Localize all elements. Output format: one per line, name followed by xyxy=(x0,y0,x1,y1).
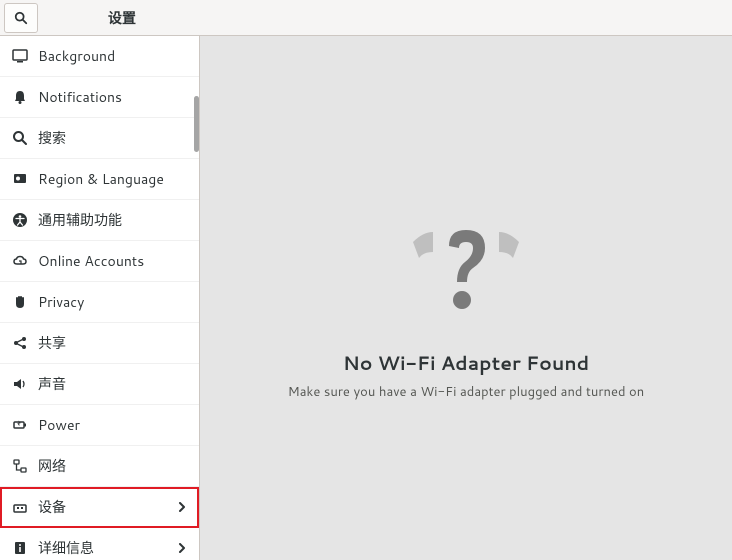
power-icon xyxy=(12,417,28,433)
sidebar-item-label: Background xyxy=(38,46,187,66)
search-button[interactable] xyxy=(4,3,38,33)
globe-icon xyxy=(12,171,28,187)
search-icon xyxy=(12,130,28,146)
sidebar: Background Notifications 搜索 Region & Langua… xyxy=(0,36,200,560)
sidebar-item-5[interactable]: Online Accounts xyxy=(0,241,199,282)
sidebar-item-label: 详细信息 xyxy=(38,538,167,558)
cloud-icon xyxy=(12,253,28,269)
sidebar-item-6[interactable]: Privacy xyxy=(0,282,199,323)
search-icon xyxy=(14,11,28,25)
sidebar-item-label: Privacy xyxy=(38,292,187,312)
sidebar-item-2[interactable]: 搜索 xyxy=(0,118,199,159)
info-icon xyxy=(12,540,28,556)
titlebar: 设置 xyxy=(0,0,732,36)
wifi-question-icon xyxy=(401,196,531,326)
body: Background Notifications 搜索 Region & Langua… xyxy=(0,36,732,560)
sidebar-item-label: Notifications xyxy=(38,87,187,107)
sidebar-item-label: Power xyxy=(38,415,187,435)
background-icon xyxy=(12,48,28,64)
sidebar-item-label: 设备 xyxy=(38,497,167,517)
content-panel: No Wi-Fi Adapter Found Make sure you hav… xyxy=(200,36,732,560)
accessibility-icon xyxy=(12,212,28,228)
sidebar-item-label: Online Accounts xyxy=(38,251,187,271)
sidebar-item-7[interactable]: 共享 xyxy=(0,323,199,364)
sidebar-item-11[interactable]: 设备 xyxy=(0,487,199,528)
sidebar-item-0[interactable]: Background xyxy=(0,36,199,77)
sidebar-item-10[interactable]: 网络 xyxy=(0,446,199,487)
sidebar-item-label: 声音 xyxy=(38,374,187,394)
sidebar-item-12[interactable]: 详细信息 xyxy=(0,528,199,560)
hand-icon xyxy=(12,294,28,310)
bell-icon xyxy=(12,89,28,105)
sidebar-item-label: 共享 xyxy=(38,333,187,353)
share-icon xyxy=(12,335,28,351)
device-icon xyxy=(12,499,28,515)
chevron-right-icon xyxy=(177,502,187,512)
content-subtitle: Make sure you have a Wi-Fi adapter plugg… xyxy=(288,383,644,401)
sidebar-item-4[interactable]: 通用辅助功能 xyxy=(0,200,199,241)
sidebar-item-8[interactable]: 声音 xyxy=(0,364,199,405)
sidebar-item-label: 网络 xyxy=(38,456,187,476)
chevron-right-icon xyxy=(177,543,187,553)
network-icon xyxy=(12,458,28,474)
sidebar-item-9[interactable]: Power xyxy=(0,405,199,446)
content-title: No Wi-Fi Adapter Found xyxy=(343,350,589,377)
sidebar-item-label: 搜索 xyxy=(38,128,187,148)
sidebar-item-3[interactable]: Region & Language xyxy=(0,159,199,200)
sidebar-item-label: Region & Language xyxy=(38,169,187,189)
page-title: 设置 xyxy=(42,8,202,28)
sidebar-item-1[interactable]: Notifications xyxy=(0,77,199,118)
speaker-icon xyxy=(12,376,28,392)
scrollbar-thumb[interactable] xyxy=(194,96,199,152)
sidebar-item-label: 通用辅助功能 xyxy=(38,210,187,230)
